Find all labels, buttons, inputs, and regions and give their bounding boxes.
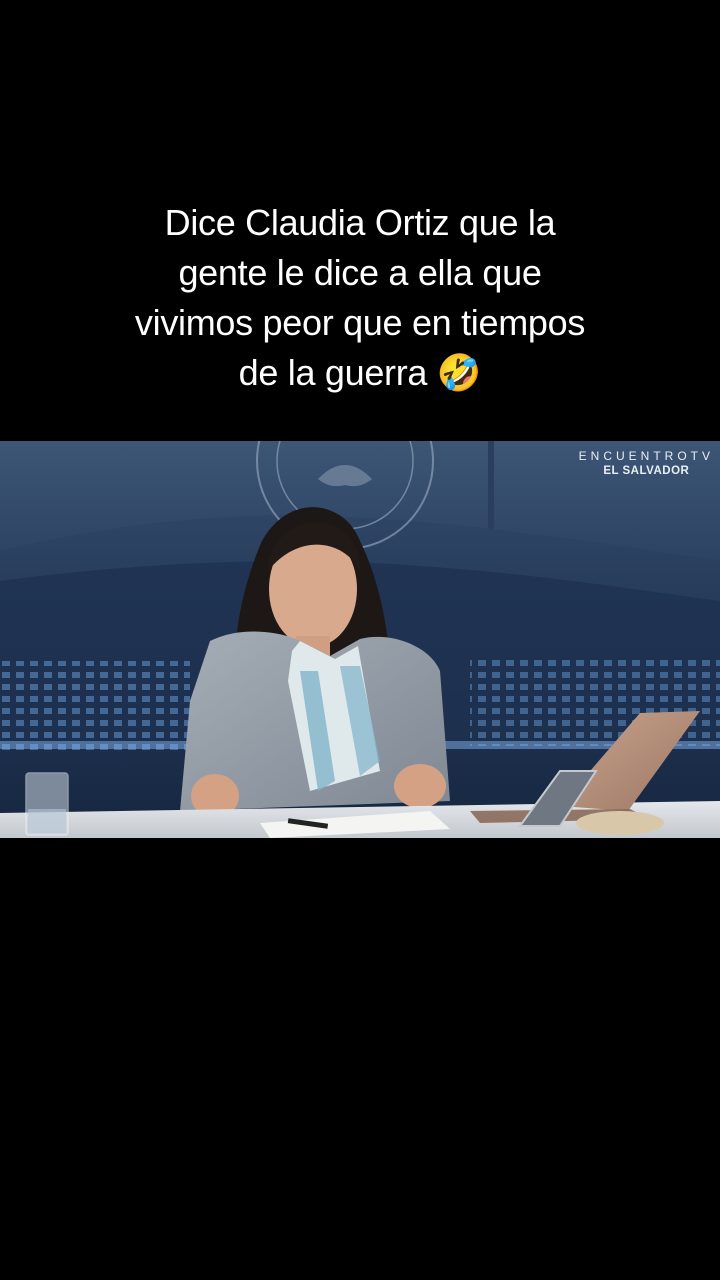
watermark-country: EL SALVADOR	[603, 465, 690, 477]
video-screen[interactable]: Dice Claudia Ortiz que la gente le dice …	[0, 0, 720, 1280]
channel-watermark: ENCUENTROTV EL SALVADOR	[579, 449, 714, 477]
video-frame[interactable]: ENCUENTROTV EL SALVADOR	[0, 441, 720, 838]
caption-line-3: vivimos peor que en tiempos	[134, 302, 586, 343]
led-wall-left	[0, 661, 190, 751]
pouch	[576, 811, 664, 835]
caption-line-4: de la guerra 🤣	[238, 352, 482, 393]
presenter-right-hand	[394, 764, 446, 808]
caption-text: Dice Claudia Ortiz que la gente le dice …	[60, 198, 660, 398]
watermark-channel-name: ENCUENTROTV	[578, 449, 714, 463]
caption-line-2: gente le dice a ella que	[178, 252, 542, 293]
video-scene	[0, 441, 720, 838]
caption-line-1: Dice Claudia Ortiz que la	[164, 202, 556, 243]
